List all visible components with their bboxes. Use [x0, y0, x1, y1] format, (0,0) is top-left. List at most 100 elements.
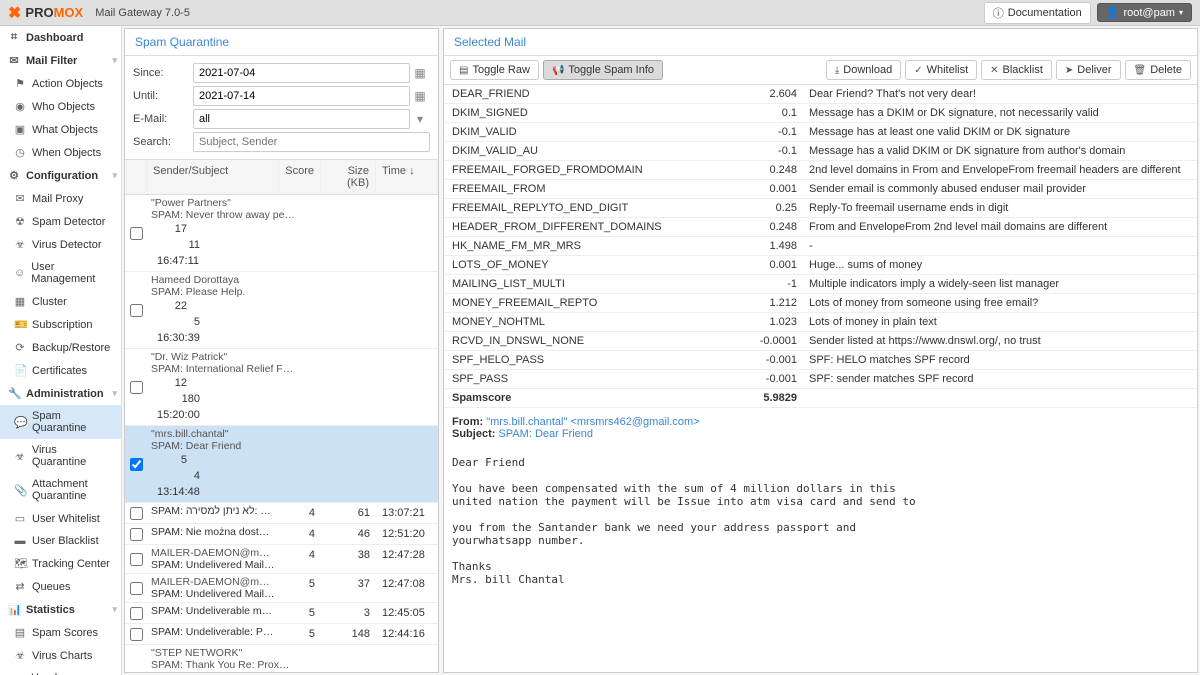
nav-item-cluster[interactable]: ▦Cluster	[0, 290, 121, 313]
row-checkbox[interactable]	[130, 628, 143, 641]
nav-item-what-objects[interactable]: ▣What Objects	[0, 118, 121, 141]
download-button[interactable]: ⤓ Download	[826, 60, 901, 80]
row-time: 16:30:39	[151, 330, 213, 346]
nav-item-when-objects[interactable]: ◷When Objects	[0, 141, 121, 164]
mail-body: Dear Friend You have been compensated wi…	[444, 448, 1197, 594]
nav-label: User Blacklist	[32, 535, 99, 547]
row-sender: MAILER-DAEMON@mail.comune.n…	[151, 547, 275, 559]
since-input[interactable]	[193, 63, 410, 83]
rule-name: MONEY_FREEMAIL_REPTO	[452, 297, 757, 309]
row-subject: SPAM: Undeliverable mail: P…	[151, 605, 275, 617]
rule-desc: Sender listed at https://www.dnswl.org/,…	[797, 335, 1189, 347]
nav-item-virus-detector[interactable]: ☣Virus Detector	[0, 233, 121, 256]
rule-desc: Message has a valid DKIM or DK signature…	[797, 145, 1189, 157]
nav-item-virus-quarantine[interactable]: ☣Virus Quarantine	[0, 439, 121, 473]
mail-row[interactable]: Hameed Dorottaya SPAM: Please Help.22516…	[125, 272, 438, 349]
row-checkbox[interactable]	[130, 607, 143, 620]
mail-row[interactable]: SPAM: Nie można dostarczy…44612:51:20	[125, 524, 438, 545]
nav-item-backup-restore[interactable]: ⟳Backup/Restore	[0, 336, 121, 359]
row-checkbox[interactable]	[130, 507, 143, 520]
row-checkbox[interactable]	[130, 304, 143, 317]
nav-item-attachment-quarantine[interactable]: 📎Attachment Quarantine	[0, 473, 121, 507]
nav-icon: 🗺	[14, 557, 26, 570]
calendar-icon[interactable]: ▦	[410, 66, 430, 80]
row-checkbox[interactable]	[130, 528, 143, 541]
until-input[interactable]	[193, 86, 410, 106]
row-checkbox[interactable]	[130, 582, 143, 595]
rule-name: FREEMAIL_REPLYTO_END_DIGIT	[452, 202, 757, 214]
time-column-header[interactable]: Time ↓	[376, 160, 438, 194]
nav-item-subscription[interactable]: 🎫Subscription	[0, 313, 121, 336]
deliver-label: Deliver	[1077, 64, 1111, 76]
toggle-spam-info-button[interactable]: 📢 Toggle Spam Info	[543, 60, 663, 80]
row-subject: SPAM: Please Help.	[151, 286, 434, 298]
deliver-button[interactable]: ➤ Deliver	[1056, 60, 1121, 80]
nav-item-mail-filter[interactable]: ✉Mail Filter▾	[0, 49, 121, 72]
mail-row[interactable]: "mrs.bill.chantal" SPAM: Dear Friend5413…	[125, 426, 438, 503]
nav-item-action-objects[interactable]: ⚑Action Objects	[0, 72, 121, 95]
row-checkbox[interactable]	[130, 458, 143, 471]
nav-item-virus-charts[interactable]: ☣Virus Charts	[0, 644, 121, 667]
row-sender: "STEP NETWORK" SPAM: Thank You Re: Prox…	[151, 647, 434, 671]
mail-row[interactable]: SPAM: Undeliverable mail: P…5312:45:05	[125, 603, 438, 624]
mail-row[interactable]: MAILER-DAEMON@mail.omnitron-…SPAM: Undel…	[125, 574, 438, 603]
nav-item-user-management[interactable]: ☺User Management	[0, 256, 121, 290]
row-checkbox[interactable]	[130, 553, 143, 566]
nav-item-configuration[interactable]: ⚙Configuration▾	[0, 164, 121, 187]
documentation-button[interactable]: ⓘ Documentation	[984, 2, 1091, 24]
toggle-raw-button[interactable]: ▤ Toggle Raw	[450, 60, 539, 80]
user-menu-button[interactable]: 👤 root@pam ▾	[1097, 3, 1192, 22]
mail-row[interactable]: "Power Partners" SPAM: Never throw away …	[125, 195, 438, 272]
nav-item-dashboard[interactable]: ⌗Dashboard	[0, 26, 121, 49]
nav-label: Configuration	[26, 170, 98, 182]
nav-item-who-objects[interactable]: ◉Who Objects	[0, 95, 121, 118]
mail-row[interactable]: SPAM: Undeliverable: Proxm…514812:44:16	[125, 624, 438, 645]
nav-item-statistics[interactable]: 📊Statistics▾	[0, 598, 121, 621]
since-label: Since:	[133, 67, 193, 79]
nav-item-spam-detector[interactable]: ☢Spam Detector	[0, 210, 121, 233]
score-column-header[interactable]: Score	[279, 160, 321, 194]
sender-column-header[interactable]: Sender/Subject	[147, 160, 279, 194]
row-checkbox[interactable]	[130, 227, 143, 240]
rule-name: FREEMAIL_FORGED_FROMDOMAIN	[452, 164, 757, 176]
nav-item-hourly-distribution[interactable]: ◷Hourly Distribution	[0, 667, 121, 675]
mail-row[interactable]: SPAM: לא ניתן למסירה: Prox…46113:07:21	[125, 503, 438, 524]
checkbox-column[interactable]	[125, 160, 147, 194]
row-sender: "Dr. Wiz Patrick" SPAM: International Re…	[151, 351, 434, 375]
rule-score: -0.1	[757, 126, 797, 138]
chevron-down-icon[interactable]: ▾	[410, 112, 430, 126]
nav-item-user-whitelist[interactable]: ▭User Whitelist	[0, 507, 121, 530]
nav-item-spam-quarantine[interactable]: 💬Spam Quarantine	[0, 405, 121, 439]
mail-row[interactable]: "STEP NETWORK" SPAM: Thank You Re: Prox……	[125, 645, 438, 672]
nav-item-queues[interactable]: ⇄Queues	[0, 575, 121, 598]
spam-rule-row: SPF_PASS-0.001SPF: sender matches SPF re…	[444, 370, 1197, 389]
row-time: 13:14:48	[151, 484, 213, 500]
delete-button[interactable]: 🗑 Delete	[1125, 60, 1192, 80]
nav-item-mail-proxy[interactable]: ✉Mail Proxy	[0, 187, 121, 210]
nav-item-certificates[interactable]: 📄Certificates	[0, 359, 121, 382]
rule-name: HK_NAME_FM_MR_MRS	[452, 240, 757, 252]
x-icon: ✕	[990, 65, 998, 76]
nav-item-spam-scores[interactable]: ▤Spam Scores	[0, 621, 121, 644]
nav-label: When Objects	[32, 147, 101, 159]
spamscore-row: Spamscore 5.9829	[444, 389, 1197, 408]
send-icon: ➤	[1065, 65, 1073, 76]
row-checkbox[interactable]	[130, 381, 143, 394]
rule-desc: Lots of money in plain text	[797, 316, 1189, 328]
nav-label: Virus Charts	[32, 650, 92, 662]
blacklist-button[interactable]: ✕ Blacklist	[981, 60, 1052, 80]
nav-item-tracking-center[interactable]: 🗺Tracking Center	[0, 552, 121, 575]
row-sender: MAILER-DAEMON@mail.omnitron-…	[151, 576, 275, 588]
rule-score: 0.001	[757, 183, 797, 195]
calendar-icon[interactable]: ▦	[410, 89, 430, 103]
size-column-header[interactable]: Size (KB)	[321, 160, 376, 194]
email-input[interactable]	[193, 109, 410, 129]
mail-row[interactable]: "Dr. Wiz Patrick" SPAM: International Re…	[125, 349, 438, 426]
mail-row[interactable]: MAILER-DAEMON@mail.comune.n…SPAM: Undeli…	[125, 545, 438, 574]
navigation-sidebar: ⌗Dashboard✉Mail Filter▾⚑Action Objects◉W…	[0, 26, 122, 675]
nav-item-user-blacklist[interactable]: ▬User Blacklist	[0, 530, 121, 552]
nav-item-administration[interactable]: 🔧Administration▾	[0, 382, 121, 405]
search-input[interactable]	[193, 132, 430, 152]
rule-desc: 2nd level domains in From and EnvelopeFr…	[797, 164, 1189, 176]
whitelist-button[interactable]: ✓ Whitelist	[905, 60, 977, 80]
